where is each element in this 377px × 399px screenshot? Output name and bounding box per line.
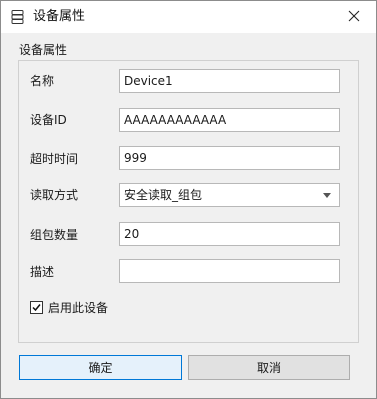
- device-id-label: 设备ID: [30, 113, 67, 127]
- title-bar[interactable]: 设备属性: [1, 1, 376, 33]
- ok-button[interactable]: 确定: [19, 355, 182, 380]
- enable-label[interactable]: 启用此设备: [48, 301, 108, 315]
- read-mode-label: 读取方式: [30, 188, 79, 202]
- dialog-window: 设备属性 设备属性 名称 设备ID 超时时间 读取方式 安全读取_组包 组包数量…: [0, 0, 377, 399]
- device-id-input[interactable]: [119, 108, 340, 132]
- packet-count-input[interactable]: [119, 222, 340, 246]
- checkmark-icon: [32, 304, 41, 312]
- name-label: 名称: [30, 74, 55, 88]
- close-button[interactable]: [332, 1, 376, 33]
- chevron-down-icon: [323, 193, 331, 198]
- ok-button-label: 确定: [88, 361, 113, 375]
- group-label: 设备属性: [19, 43, 68, 57]
- timeout-input[interactable]: [119, 146, 340, 170]
- device-list-icon: [10, 9, 26, 25]
- description-input[interactable]: [119, 259, 340, 283]
- timeout-label: 超时时间: [30, 152, 79, 166]
- read-mode-select[interactable]: 安全读取_组包: [119, 183, 340, 207]
- read-mode-value: 安全读取_组包: [124, 188, 203, 202]
- enable-checkbox[interactable]: [30, 301, 43, 314]
- packet-count-label: 组包数量: [30, 228, 79, 242]
- close-icon: [348, 10, 360, 25]
- window-title: 设备属性: [33, 9, 86, 24]
- name-input[interactable]: [119, 69, 340, 93]
- cancel-button[interactable]: 取消: [188, 355, 350, 380]
- cancel-button-label: 取消: [256, 361, 281, 375]
- description-label: 描述: [30, 265, 55, 279]
